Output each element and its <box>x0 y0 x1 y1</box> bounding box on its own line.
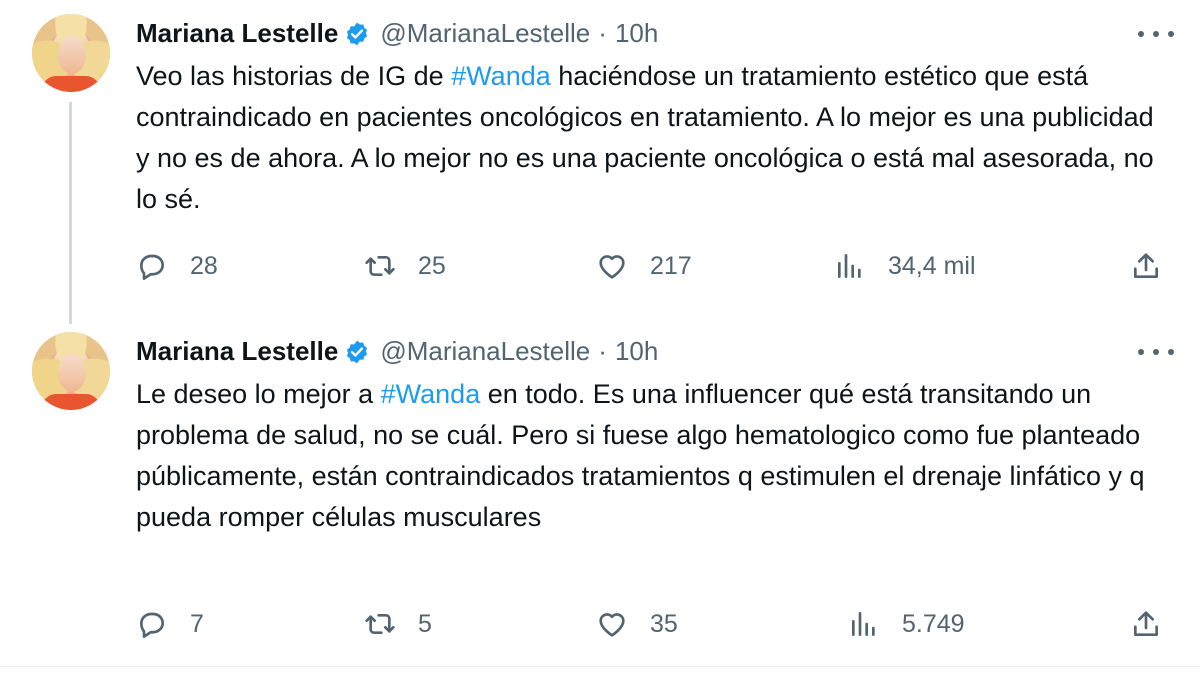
timestamp[interactable]: 10h <box>615 336 658 367</box>
author-handle[interactable]: @MarianaLestelle <box>380 18 590 49</box>
views-button[interactable]: 34,4 mil <box>834 246 976 286</box>
reply-count: 7 <box>190 609 204 638</box>
tweet-text-part: Veo las historias de IG de <box>136 61 452 91</box>
separator-dot: · <box>598 18 607 48</box>
retweet-icon <box>365 255 395 276</box>
tweet-actions: 28 25 217 34,4 mil <box>136 246 1166 286</box>
like-button[interactable]: 35 <box>596 604 678 644</box>
tweet-text-part: Le deseo lo mejor a <box>136 379 381 409</box>
share-button[interactable] <box>1130 604 1184 644</box>
verified-badge-icon <box>347 340 368 363</box>
views-icon <box>838 254 861 278</box>
author-name[interactable]: Mariana Lestelle <box>136 18 338 49</box>
retweet-icon <box>365 614 395 634</box>
more-icon[interactable] <box>1138 342 1174 362</box>
reply-button[interactable]: 28 <box>136 246 218 286</box>
like-button[interactable]: 217 <box>596 246 692 286</box>
avatar[interactable] <box>32 14 110 92</box>
retweet-button[interactable]: 5 <box>364 604 432 644</box>
like-count: 217 <box>650 251 692 280</box>
avatar[interactable] <box>32 332 110 410</box>
retweet-button[interactable]: 25 <box>364 246 446 286</box>
views-count: 5.749 <box>902 609 965 638</box>
reply-count: 28 <box>190 251 218 280</box>
share-icon <box>1134 253 1158 278</box>
hashtag-link[interactable]: #Wanda <box>381 379 481 409</box>
verified-badge-icon <box>347 22 368 45</box>
hashtag-link[interactable]: #Wanda <box>451 61 551 91</box>
tweet-1[interactable]: Mariana Lestelle @MarianaLestelle · 10h … <box>0 0 1200 324</box>
share-icon <box>1134 611 1158 636</box>
reply-icon <box>140 612 164 638</box>
reply-button[interactable]: 7 <box>136 604 204 644</box>
author-handle[interactable]: @MarianaLestelle <box>380 336 590 367</box>
retweet-count: 5 <box>418 609 432 638</box>
tweet-text: Veo las historias de IG de #Wanda hacién… <box>136 56 1156 220</box>
thread-line <box>69 102 72 324</box>
divider <box>0 666 1200 667</box>
more-icon[interactable] <box>1138 24 1174 44</box>
views-icon <box>852 612 875 636</box>
author-name[interactable]: Mariana Lestelle <box>136 336 338 367</box>
share-button[interactable] <box>1130 246 1184 286</box>
like-icon <box>599 255 625 279</box>
timestamp[interactable]: 10h <box>615 18 658 49</box>
tweet-text: Le deseo lo mejor a #Wanda en todo. Es u… <box>136 374 1156 538</box>
tweet-actions: 7 5 35 5.749 <box>136 604 1166 644</box>
retweet-count: 25 <box>418 251 446 280</box>
separator-dot: · <box>598 336 607 366</box>
tweet-2[interactable]: Mariana Lestelle @MarianaLestelle · 10h … <box>0 318 1200 668</box>
views-count: 34,4 mil <box>888 251 976 280</box>
like-count: 35 <box>650 609 678 638</box>
tweet-header: Mariana Lestelle @MarianaLestelle · 10h <box>136 18 658 49</box>
like-icon <box>599 613 625 637</box>
reply-icon <box>140 254 164 280</box>
views-button[interactable]: 5.749 <box>848 604 965 644</box>
tweet-header: Mariana Lestelle @MarianaLestelle · 10h <box>136 336 658 367</box>
